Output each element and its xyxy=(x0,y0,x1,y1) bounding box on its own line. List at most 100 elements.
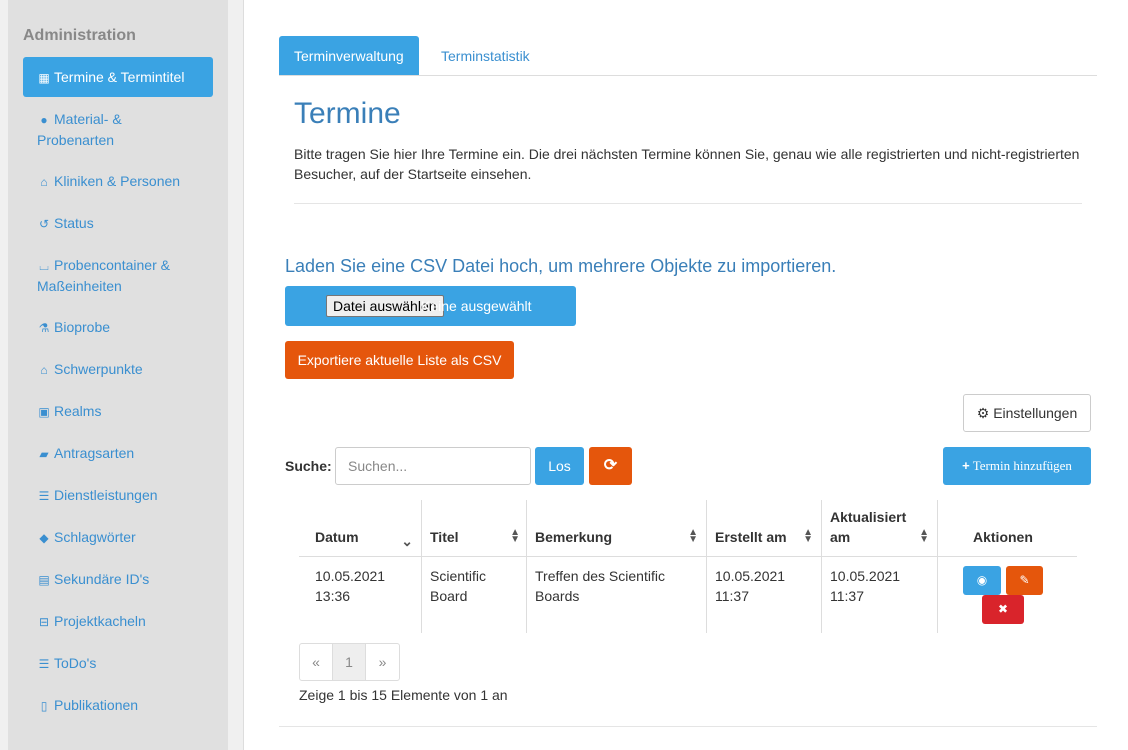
column-divider xyxy=(526,500,527,633)
sidebar-item-realms[interactable]: ▣ Realms xyxy=(23,401,213,422)
add-termin-button[interactable]: + Termin hinzufügen xyxy=(943,447,1091,485)
column-divider xyxy=(706,500,707,633)
column-divider xyxy=(421,500,422,633)
refresh-button[interactable]: ⟳ xyxy=(589,447,632,485)
column-divider xyxy=(937,500,938,633)
chevron-down-icon: ⌄ xyxy=(401,533,413,549)
tab-terminverwaltung[interactable]: Terminverwaltung xyxy=(279,36,419,76)
cell-erstellt: 10.05.2021 11:37 xyxy=(715,568,786,604)
book-icon: ▰ xyxy=(39,447,49,461)
sidebar-item-kliniken[interactable]: ⌂ Kliniken & Personen xyxy=(23,171,213,192)
sidebar-item-label: Material- & xyxy=(54,111,122,127)
sidebar-item-schwerpunkte[interactable]: ⌂ Schwerpunkte xyxy=(23,359,213,380)
column-header-titel[interactable]: Titel ▲ ▼ xyxy=(421,500,526,557)
tags-icon: ◆ xyxy=(39,531,49,545)
sidebar-item-material[interactable]: ● Material- & Probenarten xyxy=(23,109,213,150)
divider xyxy=(294,203,1082,204)
sidebar-item-label: Termine & Termintitel xyxy=(54,69,185,85)
column-header-datum[interactable]: Datum ⌄ xyxy=(299,500,421,557)
sidebar-item-antragsarten[interactable]: ▰ Antragsarten xyxy=(23,443,213,464)
view-button[interactable]: ◉ xyxy=(963,566,1001,595)
sidebar-item-publikationen[interactable]: ▯ Publikationen xyxy=(23,695,213,716)
pagination: « 1 » xyxy=(299,643,400,681)
sidebar-item-label: Sekundäre ID's xyxy=(54,571,150,587)
column-header-aktionen: Aktionen xyxy=(973,529,1033,545)
sort-icon: ▲ ▼ xyxy=(803,527,813,545)
page-title: Termine xyxy=(294,97,401,130)
cell-titel: Scientific Board xyxy=(430,568,487,604)
tabs-divider xyxy=(279,75,1097,76)
column-header-aktualisiert[interactable]: Aktualisiert am ▲ ▼ xyxy=(821,500,937,557)
flask-icon: ⚗ xyxy=(38,321,50,335)
main-panel: Terminverwaltung Terminstatistik Termine… xyxy=(244,0,1128,750)
sidebar: Administration ▦ Termine & Termintitel ● M… xyxy=(8,0,228,750)
sidebar-item-label: Bioprobe xyxy=(54,319,111,335)
divider xyxy=(279,726,1097,727)
search-input[interactable] xyxy=(335,447,531,485)
search-go-button[interactable]: Los xyxy=(535,447,584,485)
history-icon: ↺ xyxy=(38,217,50,231)
sidebar-item-label: Status xyxy=(54,215,94,231)
sidebar-item-dienstleistungen[interactable]: ☰ Dienstleistungen xyxy=(23,485,213,506)
sidebar-item-label-line2: Probenarten xyxy=(37,132,115,148)
id-card-icon: ▤ xyxy=(38,573,50,587)
file-status: Keine ausgewählt xyxy=(421,298,532,314)
cell-bemerkung: Treffen des Scientific Boards xyxy=(535,568,665,604)
sort-icon: ▲ ▼ xyxy=(510,527,520,545)
basket-icon: ⌴ xyxy=(39,259,49,273)
sidebar-item-schlagwoerter[interactable]: ◆ Schlagwörter xyxy=(23,527,213,548)
sidebar-item-label: Kliniken & Personen xyxy=(54,173,181,189)
column-header-erstellt[interactable]: Erstellt am ▲ ▼ xyxy=(706,500,821,557)
sidebar-item-status[interactable]: ↺ Status xyxy=(23,213,213,234)
column-header-bemerkung[interactable]: Bemerkung ▲ ▼ xyxy=(526,500,706,557)
sidebar-item-termine[interactable]: ▦ Termine & Termintitel xyxy=(23,57,213,97)
sidebar-item-projektkacheln[interactable]: ⊟ Projektkacheln xyxy=(23,611,213,632)
table-info: Zeige 1 bis 15 Elemente von 1 an xyxy=(299,687,508,703)
cell-datum: 10.05.2021 13:36 xyxy=(315,568,386,604)
sort-icon: ▲ ▼ xyxy=(919,527,929,545)
gear-icon: ⚙ xyxy=(976,405,990,421)
list-icon: ☰ xyxy=(38,657,50,671)
minus-square-icon: ⊟ xyxy=(38,615,50,629)
sidebar-item-label: Antragsarten xyxy=(54,445,135,461)
refresh-icon: ⟳ xyxy=(603,457,618,474)
bank-icon: ⌂ xyxy=(40,363,48,377)
header-divider xyxy=(299,556,1077,557)
sidebar-item-todos[interactable]: ☰ ToDo's xyxy=(23,653,213,674)
tab-terminstatistik[interactable]: Terminstatistik xyxy=(426,36,545,76)
info-circle-icon: ● xyxy=(40,113,48,127)
pagination-page[interactable]: 1 xyxy=(333,644,366,680)
plus-icon: + xyxy=(962,458,970,473)
column-divider xyxy=(821,500,822,633)
sidebar-item-label: Schwerpunkte xyxy=(54,361,143,377)
sidebar-item-probencontainer[interactable]: ⌴ Probencontainer & Maßeinheiten xyxy=(23,255,213,296)
sidebar-item-bioprobe[interactable]: ⚗ Bioprobe xyxy=(23,317,213,338)
csv-heading: Laden Sie eine CSV Datei hoch, um mehrer… xyxy=(285,256,837,276)
delete-button[interactable]: ✖ xyxy=(982,595,1024,624)
settings-label: Einstellungen xyxy=(993,405,1078,421)
microchip-icon: ▣ xyxy=(38,405,50,419)
close-icon: ✖ xyxy=(997,602,1009,616)
cell-aktualisiert: 10.05.2021 11:37 xyxy=(830,568,901,604)
sidebar-item-label: ToDo's xyxy=(54,655,97,671)
sidebar-item-label: Realms xyxy=(54,403,102,419)
add-termin-label: Termin hinzufügen xyxy=(972,458,1072,473)
sidebar-item-label-line2: Maßeinheiten xyxy=(37,278,122,294)
sidebar-item-sekundaere-ids[interactable]: ▤ Sekundäre ID's xyxy=(23,569,213,590)
pencil-icon: ✎ xyxy=(1019,573,1030,587)
layout-gutter xyxy=(228,0,244,750)
pagination-next[interactable]: » xyxy=(366,644,399,680)
sidebar-item-label: Projektkacheln xyxy=(54,613,146,629)
pagination-prev[interactable]: « xyxy=(300,644,333,680)
csv-file-upload[interactable]: Datei auswählen Keine ausgewählt xyxy=(285,286,576,326)
sidebar-item-label: Publikationen xyxy=(54,697,139,713)
eye-icon: ◉ xyxy=(976,573,988,587)
sidebar-item-label: Dienstleistungen xyxy=(54,487,158,503)
file-text-icon: ▯ xyxy=(40,699,48,713)
list-icon: ☰ xyxy=(38,489,50,503)
settings-button[interactable]: ⚙ Einstellungen xyxy=(963,394,1091,432)
calendar-icon: ▦ xyxy=(38,71,50,85)
search-label: Suche: xyxy=(285,458,332,474)
edit-button[interactable]: ✎ xyxy=(1006,566,1043,595)
export-csv-button[interactable]: Exportiere aktuelle Liste als CSV xyxy=(285,341,514,379)
